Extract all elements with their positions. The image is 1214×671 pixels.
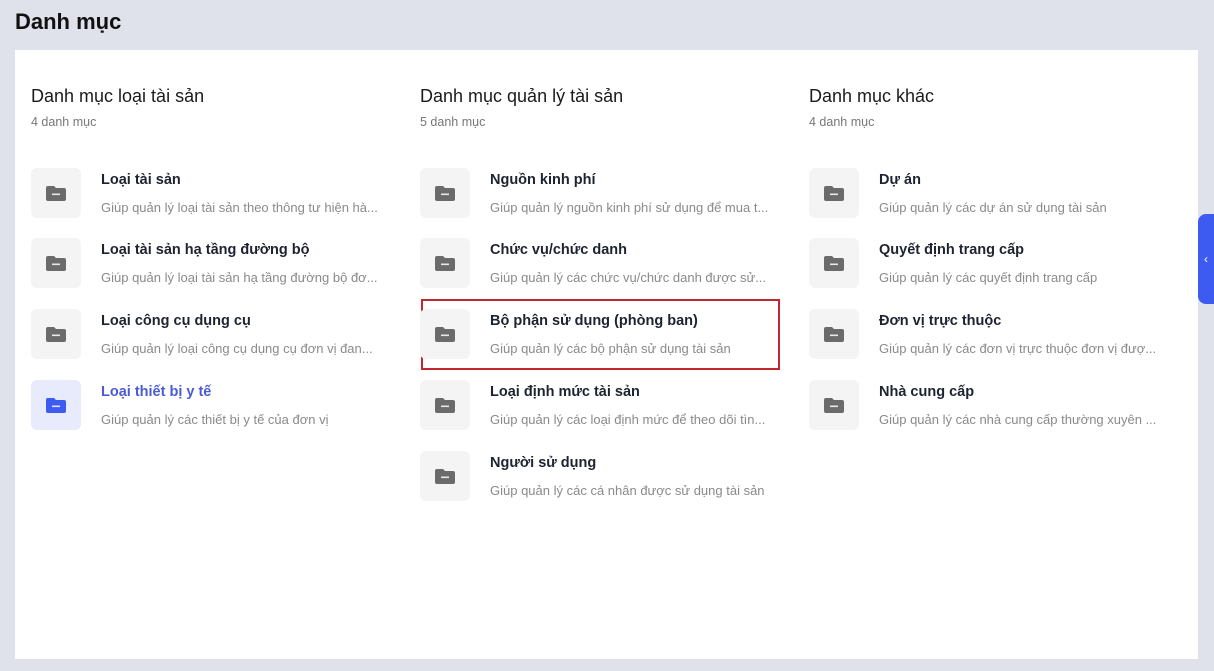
category-card: Danh mục loại tài sản 4 danh mục Loại tà…	[15, 50, 1198, 659]
item-title: Nguồn kinh phí	[490, 172, 596, 188]
item-title: Nhà cung cấp	[879, 384, 975, 400]
item-description: Giúp quản lý nguồn kinh phí sử dụng để m…	[490, 200, 769, 215]
category-item[interactable]: Dự án Giúp quản lý các dự án sử dụng tài…	[809, 168, 1169, 228]
item-description: Giúp quản lý loại công cụ dụng cụ đơn vị…	[101, 341, 373, 356]
item-description: Giúp quản lý các nhà cung cấp thường xuy…	[879, 412, 1157, 427]
item-title: Loại thiết bị y tế	[101, 384, 212, 400]
folder-icon	[420, 309, 470, 359]
item-description: Giúp quản lý các loại định mức để theo d…	[490, 412, 766, 427]
folder-icon	[420, 451, 470, 501]
folder-icon	[420, 380, 470, 430]
category-item[interactable]: Loại thiết bị y tế Giúp quản lý các thiế…	[31, 380, 391, 440]
item-description: Giúp quản lý các dự án sử dụng tài sản	[879, 200, 1107, 215]
folder-icon	[809, 309, 859, 359]
column-title: Danh mục khác	[809, 86, 935, 106]
item-description: Giúp quản lý các chức vụ/chức danh được …	[490, 270, 767, 285]
item-description: Giúp quản lý loại tài sản hạ tầng đường …	[101, 270, 378, 285]
item-title: Quyết định trang cấp	[879, 242, 1025, 258]
column-title: Danh mục quản lý tài sản	[420, 86, 624, 106]
item-description: Giúp quản lý loại tài sản theo thông tư …	[101, 200, 378, 215]
item-title: Loại định mức tài sản	[490, 384, 640, 400]
folder-icon	[420, 168, 470, 218]
side-panel-toggle[interactable]: ‹	[1198, 214, 1214, 304]
folder-icon	[31, 309, 81, 359]
item-description: Giúp quản lý các thiết bị y tế của đơn v…	[101, 412, 329, 427]
column-title: Danh mục loại tài sản	[31, 86, 205, 106]
folder-icon	[31, 380, 81, 430]
item-title: Bộ phận sử dụng (phòng ban)	[490, 313, 698, 329]
folder-icon	[31, 238, 81, 288]
category-item[interactable]: Đơn vị trực thuộc Giúp quản lý các đơn v…	[809, 309, 1169, 369]
item-description: Giúp quản lý các đơn vị trực thuộc đơn v…	[879, 341, 1157, 356]
item-title: Đơn vị trực thuộc	[879, 313, 1002, 329]
item-description: Giúp quản lý các bộ phận sử dụng tài sản	[490, 341, 731, 356]
category-item[interactable]: Loại công cụ dụng cụ Giúp quản lý loại c…	[31, 309, 391, 369]
category-item[interactable]: Nguồn kinh phí Giúp quản lý nguồn kinh p…	[420, 168, 780, 228]
category-item[interactable]: Chức vụ/chức danh Giúp quản lý các chức …	[420, 238, 780, 298]
item-title: Dự án	[879, 172, 921, 188]
folder-icon	[809, 380, 859, 430]
item-description: Giúp quản lý các quyết định trang cấp	[879, 270, 1098, 285]
folder-icon	[809, 238, 859, 288]
item-title: Loại công cụ dụng cụ	[101, 313, 251, 329]
item-title: Loại tài sản	[101, 172, 181, 188]
category-item[interactable]: Nhà cung cấp Giúp quản lý các nhà cung c…	[809, 380, 1169, 440]
category-item[interactable]: Loại tài sản hạ tầng đường bộ Giúp quản …	[31, 238, 391, 298]
column-count: 5 danh mục	[420, 115, 486, 129]
category-item[interactable]: Loại tài sản Giúp quản lý loại tài sản t…	[31, 168, 391, 228]
folder-icon	[420, 238, 470, 288]
category-item[interactable]: Bộ phận sử dụng (phòng ban) Giúp quản lý…	[420, 309, 780, 369]
folder-icon	[809, 168, 859, 218]
page-title: Danh mục	[15, 9, 122, 34]
category-item[interactable]: Loại định mức tài sản Giúp quản lý các l…	[420, 380, 780, 440]
folder-icon	[31, 168, 81, 218]
chevron-left-icon: ‹	[1204, 252, 1208, 266]
item-description: Giúp quản lý các cá nhân được sử dụng tà…	[490, 483, 765, 498]
column-count: 4 danh mục	[809, 115, 875, 129]
item-title: Chức vụ/chức danh	[490, 242, 628, 258]
item-title: Người sử dụng	[490, 455, 597, 471]
column-count: 4 danh mục	[31, 115, 97, 129]
category-item[interactable]: Người sử dụng Giúp quản lý các cá nhân đ…	[420, 451, 780, 511]
item-title: Loại tài sản hạ tầng đường bộ	[101, 242, 310, 258]
category-item[interactable]: Quyết định trang cấp Giúp quản lý các qu…	[809, 238, 1169, 298]
